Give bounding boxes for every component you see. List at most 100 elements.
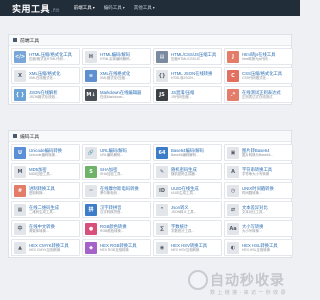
tool-description: HTML转JSON... [171, 76, 196, 80]
tool-description: HTML实体编码解码... [100, 57, 133, 61]
tool-card[interactable]: # 进制转换工具 进制转换... [11, 182, 80, 199]
tool-text: 在线中文转换 简繁体转换... [29, 224, 55, 234]
tool-text: Json转义 JSON转义工具... [171, 205, 196, 215]
tool-description: CSS代码格式化... [242, 76, 269, 80]
section-header: 编码工具 [9, 131, 291, 142]
tool-text: XML在线格式化 XML格式化/压缩... [100, 71, 130, 81]
css-icon: C [227, 69, 239, 82]
tool-card[interactable]: { } JSON在线解析 JSON格式化校验... [11, 86, 80, 103]
string-icon: A [227, 165, 239, 178]
site-logo[interactable]: 实用工具.fit [12, 2, 60, 15]
json-convert-icon: {} [156, 69, 168, 82]
tool-card[interactable]: ◉ HEX HSV转换工具 HEX HSV互相转换 [153, 239, 222, 256]
regex-icon: .* [227, 88, 239, 101]
tool-card[interactable]: ▤ HTML/CSS/JS压缩工具 压缩HTML/CSS/JS... [153, 48, 222, 65]
image-base64-icon: ▣ [227, 146, 239, 159]
tool-description: UUID生成工具... [171, 191, 196, 195]
pinyin-icon: 拼 [85, 203, 97, 216]
tool-card[interactable]: H HTML编码/解码 HTML实体编码解码... [82, 48, 151, 65]
tool-card[interactable]: ▲ HEX CMYK转换工具 HEX CMYK互相转换 [11, 239, 80, 256]
hsv-icon: ◉ [156, 241, 168, 254]
watermark-title: 自动秒收录 [210, 273, 285, 289]
tool-text: HTML/CSS/JS压缩工具 压缩HTML/CSS/JS... [171, 52, 216, 62]
tool-description: 简繁体转换... [29, 229, 49, 233]
tool-card[interactable]: ⇄ 文本差异对比 文本对比工具... [224, 201, 293, 218]
tool-text: HEX RGB转换工具 HEX RGB互相转换 [100, 243, 137, 253]
section-title: 前端工具 [20, 38, 40, 44]
tool-card[interactable]: </> HTML压缩/格式化工具 压缩/格式化HTML代码... [11, 48, 80, 65]
tool-description: 随机密码生成器... [171, 172, 198, 176]
tool-description: JSON格式化校验... [29, 95, 58, 99]
nav-label: 编码工具 [103, 5, 122, 10]
tool-card[interactable]: ·· 在线摩尔斯电码转换 摩尔斯电码... [82, 182, 151, 199]
section-header: 前端工具 [9, 35, 291, 46]
count-icon: ∑ [156, 222, 168, 235]
tool-card[interactable]: ◐ HEX HSL转换工具 HEX HSL互相转换 [224, 239, 293, 256]
tool-text: UNIX时间戳转换 时间戳转换... [242, 186, 274, 196]
tool-card[interactable]: " Json转义 JSON转义工具... [153, 201, 222, 218]
tool-card[interactable]: ◷ UNIX时间戳转换 时间戳转换... [224, 182, 293, 199]
hsl-icon: ◐ [227, 241, 239, 254]
tool-description: SHA加密工具... [100, 172, 124, 176]
tool-card[interactable]: ▣ 图片转Base64 图片转换为Base64... [224, 144, 293, 161]
tool-description: MD5加密工具... [29, 172, 53, 176]
tool-card[interactable]: .* 在线测试正则表达式 正则表达式在线测试 [224, 86, 293, 103]
escape-icon: " [156, 203, 168, 216]
html-icon: H [85, 50, 97, 63]
compress-icon: ▤ [156, 50, 168, 63]
tool-card[interactable]: M MD5加密 MD5加密工具... [11, 163, 80, 180]
chevron-down-icon: ▾ [122, 5, 125, 10]
nav-label: 其他工具 [133, 5, 152, 10]
section-encoding: 编码工具 U Unicode编码转换 Unicode编码转换... 🔗 URL编码/解码… [8, 130, 293, 258]
tool-text: Html转js在线工具 html转换为js代码... [242, 52, 275, 62]
tool-card[interactable]: ▦ 在线二维码生成 二维码生成工具... [11, 201, 80, 218]
tool-description: RGB颜色转换... [100, 229, 124, 233]
tool-text: RGB颜色转换 RGB颜色转换... [100, 224, 127, 234]
tool-description: JSON转义工具... [171, 210, 197, 214]
tool-card[interactable]: ● RGB颜色转换 RGB颜色转换... [82, 220, 151, 237]
tool-card[interactable]: M↓ Markdown在线编辑器 在线Markdown... [82, 86, 151, 103]
md5-icon: M [14, 165, 26, 178]
tool-card[interactable]: ≡ XML在线格式化 XML格式化/压缩... [82, 67, 151, 84]
tool-card[interactable]: ID UUID在线生成 UUID生成工具... [153, 182, 222, 199]
uuid-icon: ID [156, 184, 168, 197]
tool-card[interactable]: JS JS混淆/压缩 JS代码压缩... [153, 86, 222, 103]
watermark-subtitle: 数 上 链 接 · 来 访 一 秒 收 录 [210, 290, 287, 296]
tool-card[interactable]: 64 Base64编码/解码 Base64编码解码... [153, 144, 222, 161]
tool-card[interactable]: U Unicode编码转换 Unicode编码转换... [11, 144, 80, 161]
tool-card[interactable]: X XML压缩/格式化 XML在线格式化... [11, 67, 80, 84]
nav-item-other[interactable]: 其他工具▾ [134, 5, 155, 11]
tool-text: CSS压缩/格式化工具 CSS代码格式化... [242, 71, 282, 81]
tool-card[interactable]: A 字符串转换工具 字符串大小写转换 [224, 163, 293, 180]
nav-item-encoding[interactable]: 编码工具▾ [104, 5, 125, 11]
tool-description: html转换为js代码... [242, 57, 271, 61]
tool-text: JS混淆/压缩 JS代码压缩... [171, 90, 194, 100]
tool-description: 字数统计工具... [171, 229, 195, 233]
tool-description: Unicode编码转换... [29, 153, 58, 157]
tool-description: 进制转换... [29, 191, 46, 195]
radix-icon: # [14, 184, 26, 197]
tool-card[interactable]: J Html转js在线工具 html转换为js代码... [224, 48, 293, 65]
tool-description: 压缩/格式化HTML代码... [29, 57, 66, 61]
tool-card[interactable]: ✎ 随机密码生成 随机密码生成器... [153, 163, 222, 180]
tool-card[interactable]: 🔗 URL编码/解码 URL编码解码... [82, 144, 151, 161]
nav-item-frontend[interactable]: 前端工具▾ [74, 5, 95, 11]
tool-card[interactable]: Aa 大小写转换 大小写转换... [224, 220, 293, 237]
xml-icon: X [14, 69, 26, 82]
tool-description: Base64编码解码... [171, 153, 199, 157]
base64-icon: 64 [156, 146, 168, 159]
tool-card[interactable]: ∑ 字数统计 字数统计工具... [153, 220, 222, 237]
tool-card[interactable]: {} HTML JSON在线转换 HTML转JSON... [153, 67, 222, 84]
tool-card[interactable]: S SHA加密 SHA加密工具... [82, 163, 151, 180]
tool-description: HEX RGB互相转换 [100, 248, 129, 252]
tool-description: XML格式化/压缩... [100, 76, 128, 80]
tool-card[interactable]: ◆ HEX RGB转换工具 HEX RGB互相转换 [82, 239, 151, 256]
tool-description: 大小写转换... [242, 229, 262, 233]
chinese-icon: 中 [14, 222, 26, 235]
unicode-icon: U [14, 146, 26, 159]
section-icon [13, 134, 17, 138]
tool-card[interactable]: 拼汉字转拼音 汉字转换拼音... [82, 201, 151, 218]
tool-card[interactable]: 中在线中文转换 简繁体转换... [11, 220, 80, 237]
tool-card[interactable]: C CSS压缩/格式化工具 CSS代码格式化... [224, 67, 293, 84]
tool-description: XML在线格式化... [29, 76, 56, 80]
